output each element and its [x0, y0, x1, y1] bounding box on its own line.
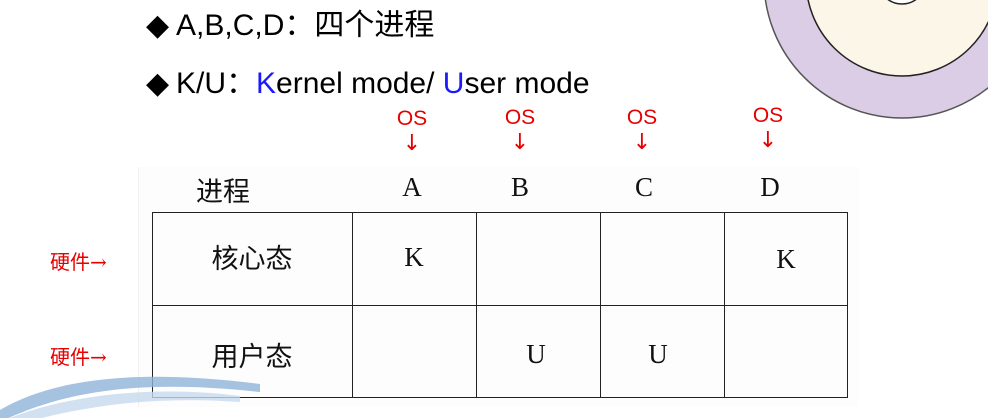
- row-label-user: 用户态: [211, 342, 293, 373]
- bullet-processes: ◆ A,B,C,D：四个进程: [146, 8, 434, 44]
- down-arrow-icon: ↓: [632, 130, 652, 155]
- slide: ◆ A,B,C,D：四个进程 ◆ K/U：Kernel mode/ User mod…: [0, 0, 988, 418]
- kernel-initial: K: [256, 67, 277, 100]
- hardware-label-user: 硬件→: [50, 345, 107, 369]
- hardware-label-kernel: 硬件→: [50, 250, 107, 274]
- row-label-kernel: 核心态: [211, 244, 293, 275]
- process-header-label: 进程: [196, 177, 250, 208]
- cell-kernel-d: K: [776, 244, 796, 274]
- down-arrow-icon: ↓: [758, 128, 778, 153]
- os-label: OS: [396, 107, 428, 130]
- process-header-b: B: [510, 172, 529, 202]
- diamond-bullet-icon: ◆: [146, 9, 170, 42]
- os-marker-b: OS ↓: [490, 107, 550, 155]
- cell-kernel-a: K: [404, 242, 424, 272]
- user-initial: U: [442, 67, 465, 100]
- os-label: OS: [504, 106, 536, 129]
- os-marker-c: OS ↓: [612, 107, 672, 155]
- disc-decoration: [764, 0, 988, 119]
- swoosh-decoration: [0, 376, 260, 418]
- process-header-c: C: [634, 172, 653, 202]
- bullet-processes-text: A,B,C,D：四个进程: [176, 9, 435, 42]
- os-marker-a: OS ↓: [382, 108, 442, 156]
- os-label: OS: [752, 104, 784, 127]
- down-arrow-icon: ↓: [510, 130, 530, 155]
- os-label: OS: [626, 106, 658, 129]
- process-header-a: A: [402, 172, 422, 202]
- down-arrow-icon: ↓: [402, 131, 422, 156]
- diamond-bullet-icon: ◆: [146, 67, 170, 100]
- kernel-rest: ernel mode/: [276, 67, 443, 100]
- process-header-d: D: [760, 172, 780, 202]
- cell-user-c: U: [648, 339, 668, 369]
- bullet-modes: ◆ K/U：Kernel mode/ User mode: [146, 66, 590, 102]
- user-rest: ser mode: [464, 67, 590, 100]
- cell-user-b: U: [526, 339, 546, 369]
- table-row-divider: [152, 305, 848, 306]
- os-marker-d: OS ↓: [738, 105, 798, 153]
- bullet-modes-prefix: K/U：: [176, 67, 257, 100]
